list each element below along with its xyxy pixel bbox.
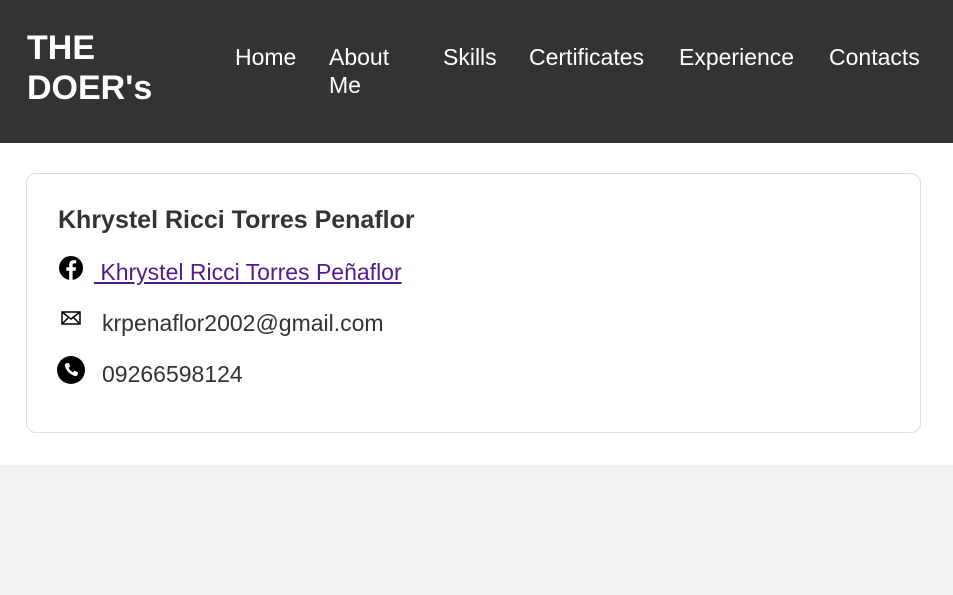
nav-certificates[interactable]: Certificates [529,43,644,71]
contact-name: Khrystel Ricci Torres Penaflor [58,206,415,234]
facebook-icon [59,256,83,280]
facebook-profile-link[interactable]: Khrystel Ricci Torres Peñaflor [94,258,401,286]
nav-about-me[interactable]: About Me [329,43,409,99]
contact-card: Khrystel Ricci Torres Penaflor Khrystel … [26,173,921,433]
nav-experience[interactable]: Experience [679,43,794,71]
mail-icon [61,311,81,325]
site-header: THE DOER's Home About Me Skills Certific… [0,0,953,143]
site-logo: THE DOER's [27,29,153,107]
contacts-section: Khrystel Ricci Torres Penaflor Khrystel … [0,143,953,465]
email-address: krpenaflor2002@gmail.com [102,310,384,336]
nav-home[interactable]: Home [235,43,296,71]
nav-skills[interactable]: Skills [443,43,497,71]
nav-contacts[interactable]: Contacts [829,43,920,71]
phone-icon [57,356,85,384]
phone-number: 09266598124 [102,361,243,387]
